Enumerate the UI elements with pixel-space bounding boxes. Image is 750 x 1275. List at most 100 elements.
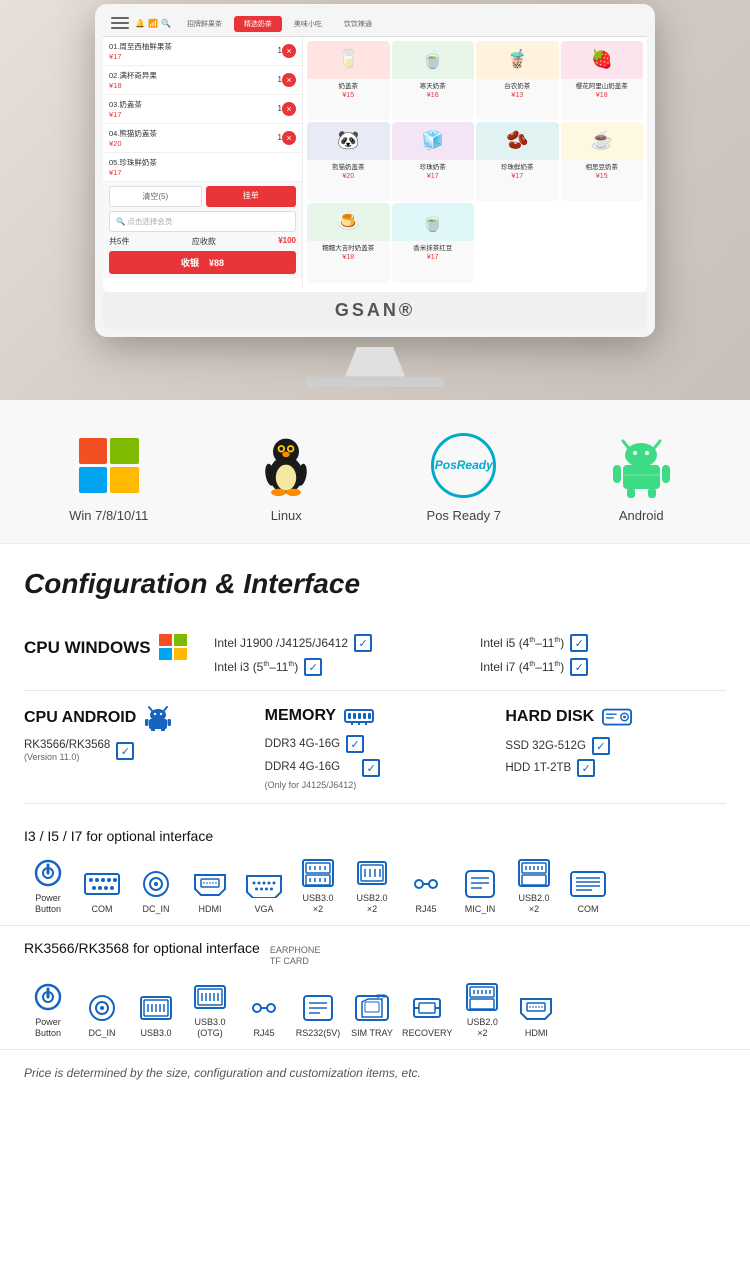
hang-btn[interactable]: 挂单 (206, 186, 297, 207)
usb3-label: USB3.0×2 (302, 893, 333, 915)
mic-icon (462, 869, 498, 899)
rk-dcin-label: DC_IN (88, 1028, 115, 1039)
hard-disk-icon (602, 705, 632, 729)
cpu-windows-label: CPU WINDOWS (24, 638, 151, 658)
ddr3-spec: DDR3 4G-16G (265, 738, 340, 750)
i3-interface-section: I3 / I5 / I7 for optional interface Powe… (0, 814, 750, 926)
ddr4-spec: DDR4 4G-16G (265, 761, 340, 773)
i3-interface-title: I3 / I5 / I7 for optional interface (24, 828, 726, 844)
rk-dcin: DC_IN (78, 991, 126, 1039)
memory-label: MEMORY (265, 707, 336, 725)
ssd-spec: SSD 32G-512G (505, 740, 586, 752)
os-android: Android (601, 430, 681, 523)
rk-interface-section: RK3566/RK3568 for optional interface EAR… (0, 926, 750, 1050)
order-item-5: 05.珍珠鲜奶茶¥17 (103, 153, 302, 182)
rk-hdmi: HDMI (512, 991, 560, 1039)
config-section: Configuration & Interface CPU WINDOWS In… (0, 544, 750, 814)
iface-power: PowerButton (24, 856, 72, 915)
iface-usb2-a: USB2.0×2 (348, 856, 396, 915)
menu-grid: 🥛奶盖茶¥15 🍵寒天奶茶¥16 🧋台农奶茶¥13 🍓樱花阿里山奶盖茶¥18 🐼… (303, 37, 647, 287)
tab-4[interactable]: 饮饮辣通 (334, 16, 382, 32)
iface-usb2-b: USB2.0×2 (510, 856, 558, 915)
rs232-icon (302, 993, 334, 1023)
rk-dcin-icon (88, 992, 116, 1024)
memory-icon (344, 705, 374, 727)
rk-rj45: RJ45 (240, 991, 288, 1039)
com1-label: COM (92, 904, 113, 915)
spec-j1900: Intel J1900 /J4125/J6412 (214, 636, 348, 650)
os-posready: PosReady Pos Ready 7 (424, 430, 504, 523)
pos-image-section: 🔔📶🔍 招牌鲜果茶 精选奶茶 美味小吃 饮饮辣通 01.周至西柚鲜果茶¥17 (0, 0, 750, 400)
earphone-tfcard-label: EARPHONETF CARD (270, 945, 321, 968)
order-item-3: 03.奶盖茶¥17 1 × (103, 95, 302, 124)
pos-monitor: 🔔📶🔍 招牌鲜果茶 精选奶茶 美味小吃 饮饮辣通 01.周至西柚鲜果茶¥17 (95, 4, 655, 337)
rk-usb3: USB3.0 (132, 991, 180, 1039)
com-icon-2 (570, 870, 606, 898)
recovery-label: RECOVERY (402, 1028, 452, 1039)
power-label: PowerButton (35, 893, 61, 915)
check-i3 (304, 658, 322, 676)
spec-i3: Intel i3 (5th–11th) (214, 660, 298, 674)
windows-icon (79, 438, 139, 493)
rk-usb2-icon (465, 982, 499, 1012)
rj45-label: RJ45 (415, 904, 436, 915)
menu-icon (111, 17, 129, 31)
tab-1[interactable]: 招牌鲜果茶 (177, 16, 232, 32)
rk-rj45-label: RJ45 (253, 1028, 274, 1039)
iface-hdmi: HDMI (186, 867, 234, 915)
os-windows: Win 7/8/10/11 (69, 430, 149, 523)
dcin-icon (142, 868, 170, 900)
spec-i5: Intel i5 (4th–11th) (480, 636, 564, 650)
memory-col: MEMORY DDR3 4G-16G (265, 705, 486, 797)
os-section: Win 7/8/10/11 (0, 400, 750, 544)
android-label: Android (619, 508, 664, 523)
hdmi-label: HDMI (199, 904, 222, 915)
check-ddr3 (346, 735, 364, 753)
iface-com2: COM (564, 867, 612, 915)
iface-usb3: USB3.0×2 (294, 856, 342, 915)
rk-recovery: RECOVERY (402, 991, 452, 1039)
hard-disk-label: HARD DISK (505, 708, 594, 726)
recovery-icon (411, 993, 443, 1023)
rk-spec-text: RK3566/RK3568(Version 11.0) (24, 739, 110, 763)
footer-note: Price is determined by the size, configu… (0, 1050, 750, 1096)
order-item-4: 04.熊猫奶盖茶¥20 1 × (103, 124, 302, 153)
check-ddr4 (362, 759, 380, 777)
simtray-icon (354, 992, 390, 1024)
power-icon (32, 857, 64, 889)
rk-usb3-otg-icon (193, 982, 227, 1012)
checkout-btn[interactable]: 收银 ¥88 (109, 251, 296, 274)
cpu-windows-specs: Intel J1900 /J4125/J6412 Intel i5 (4th–1… (214, 634, 726, 676)
rk-rj45-icon (249, 993, 279, 1023)
order-item-1: 01.周至西柚鲜果茶¥17 1 × (103, 37, 302, 66)
check-i7 (570, 658, 588, 676)
rk-simtray: SIM TRAY (348, 991, 396, 1039)
monitor-base (305, 377, 445, 387)
windows-small-icon (159, 634, 189, 662)
member-field[interactable]: 🔍 点击选择会员 (109, 211, 296, 232)
spec-i7: Intel i7 (4th–11th) (480, 660, 564, 674)
vga-label: VGA (254, 904, 273, 915)
rk-usb2-label: USB2.0×2 (467, 1017, 498, 1039)
android-icon (609, 433, 674, 498)
rj45-icon (411, 869, 441, 899)
iface-mic: MIC_IN (456, 867, 504, 915)
usb2-icon-a (356, 858, 388, 888)
posready-label: Pos Ready 7 (427, 508, 501, 523)
rk-usb2: USB2.0×2 (458, 980, 506, 1039)
rk-power-icon (32, 981, 64, 1013)
windows-label: Win 7/8/10/11 (69, 508, 148, 523)
tab-2[interactable]: 精选奶茶 (234, 16, 282, 32)
rs232-label: RS232(5V) (296, 1028, 341, 1039)
rk-usb3-otg: USB3.0(OTG) (186, 980, 234, 1039)
rk-icons-row: PowerButton DC_IN (24, 980, 726, 1039)
rk-power: PowerButton (24, 980, 72, 1039)
iface-vga: VGA (240, 867, 288, 915)
clear-btn[interactable]: 清空(5) (109, 186, 202, 207)
brand-label: GSAN® (103, 292, 647, 329)
linux-label: Linux (271, 508, 302, 523)
tab-3[interactable]: 美味小吃 (284, 16, 332, 32)
usb2a-label: USB2.0×2 (356, 893, 387, 915)
three-col-row: CPU ANDROID RK3566/RK3568(Vers (24, 691, 726, 804)
posready-icon: PosReady (431, 433, 496, 498)
